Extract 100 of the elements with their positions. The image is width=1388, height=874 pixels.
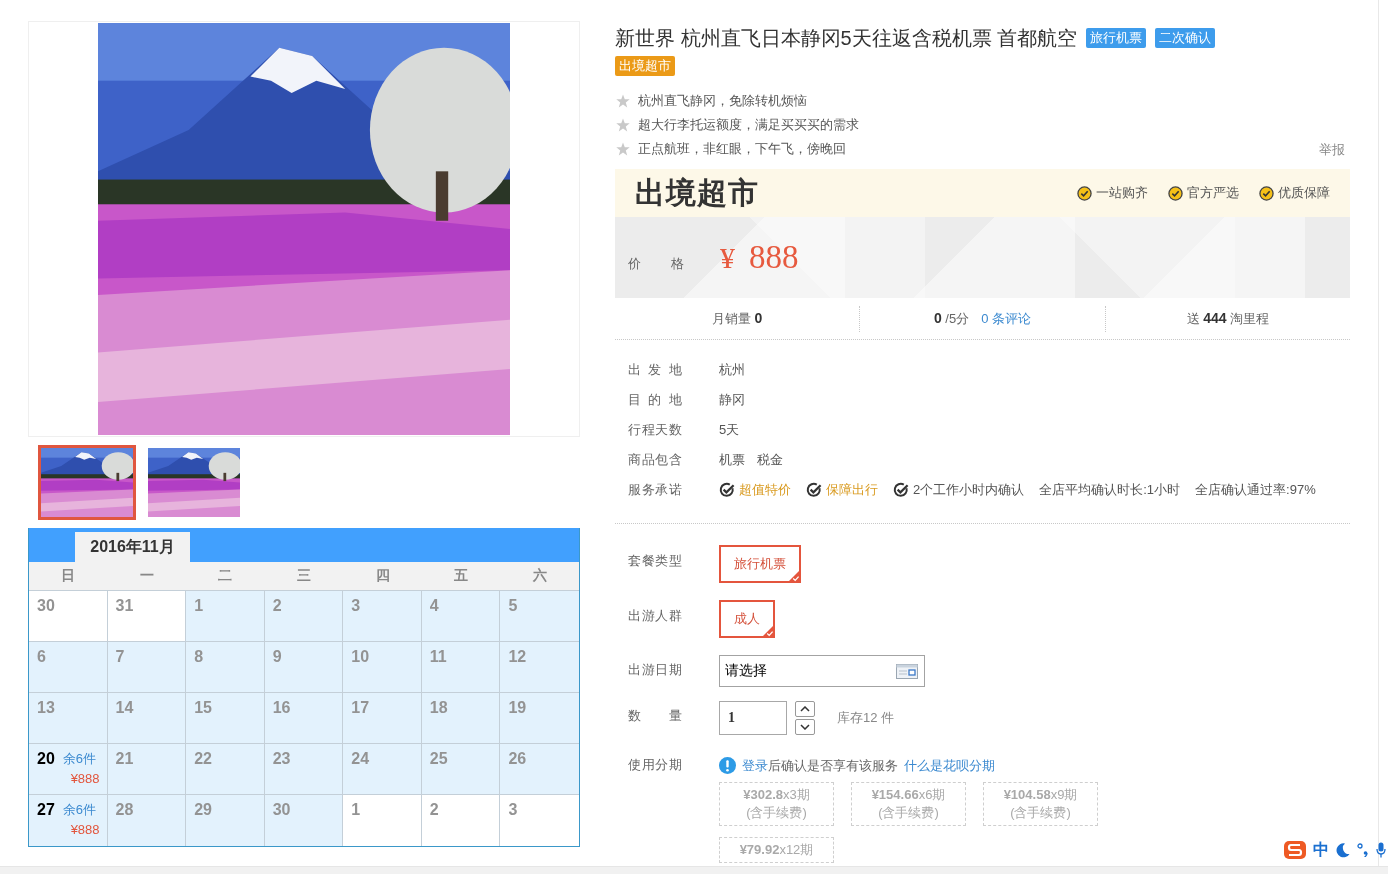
quantity-input[interactable]: 1 — [719, 701, 787, 735]
day-price: ¥888 — [70, 771, 100, 787]
reward-points: 送 444 淘里程 — [1186, 309, 1270, 328]
day-number: 30 — [272, 801, 291, 819]
highlight-text: 正点航班，非红眼，下午飞，傍晚回 — [638, 140, 846, 158]
day-number: 23 — [272, 750, 291, 768]
increase-button[interactable] — [795, 701, 815, 717]
day-number: 22 — [194, 750, 212, 768]
day-number: 20 — [37, 750, 55, 768]
photo-thumbnail[interactable] — [38, 445, 136, 520]
option-choice[interactable]: 成人 — [719, 600, 775, 638]
service-text: 全店平均确认时长:1小时 — [1039, 481, 1181, 499]
detail-value: 杭州 — [719, 361, 745, 379]
calendar-icon[interactable] — [896, 663, 918, 679]
chevron-up-icon — [800, 706, 810, 712]
day-number: 29 — [194, 801, 212, 819]
day-number: 28 — [115, 801, 134, 819]
day-price: ¥888 — [70, 822, 100, 838]
option-label: 数 量 — [628, 707, 682, 724]
detail-label: 出 发 地 — [628, 361, 682, 379]
microphone-icon[interactable] — [1376, 842, 1386, 858]
day-number: 30 — [37, 597, 55, 615]
weekday-label: 四 — [374, 567, 391, 585]
day-number: 4 — [429, 597, 439, 615]
day-number: 7 — [115, 648, 125, 666]
option-label: 出游日期 — [628, 661, 682, 678]
decrease-button[interactable] — [795, 719, 815, 735]
chevron-down-icon — [800, 724, 810, 730]
day-number: 15 — [194, 699, 212, 717]
check-circle-icon — [806, 482, 822, 498]
report-link[interactable]: 举报 — [1319, 141, 1345, 159]
service-text: 2个工作小时内确认 — [913, 481, 1025, 499]
check-circle-icon — [1077, 185, 1092, 201]
day-number: 14 — [115, 699, 134, 717]
option-choice[interactable]: 旅行机票 — [719, 545, 801, 583]
detail-label: 行程天数 — [628, 421, 682, 439]
month-tab[interactable]: 2016年11月 — [75, 532, 190, 562]
option-label: 使用分期 — [628, 757, 682, 773]
day-number: 25 — [429, 750, 448, 768]
option-label: 出游人群 — [628, 607, 682, 624]
day-number: 24 — [351, 750, 370, 768]
day-number: 8 — [194, 648, 204, 666]
login-link[interactable]: 登录 — [742, 757, 768, 773]
day-number: 27 — [37, 801, 55, 819]
day-number: 6 — [37, 648, 46, 666]
moon-icon[interactable] — [1336, 842, 1350, 858]
photo-thumbnail[interactable] — [148, 448, 240, 517]
star-icon — [616, 142, 630, 156]
day-number: 3 — [351, 597, 361, 615]
calendar-day-cell[interactable]: 27 余6件 ¥888 — [29, 795, 108, 846]
huabei-help-link[interactable]: 什么是花呗分期 — [904, 756, 995, 775]
ime-logo-icon[interactable] — [1284, 839, 1306, 861]
check-circle-icon — [719, 482, 735, 498]
day-number: 17 — [351, 699, 370, 717]
day-number: 12 — [508, 648, 527, 666]
highlight-text: 超大行李托运额度，满足买买买的需求 — [638, 116, 859, 134]
service-text: 超值特价 — [739, 481, 791, 499]
product-tag: 出境超市 — [615, 56, 675, 76]
date-select-field[interactable]: 请选择 — [719, 655, 925, 687]
product-title: 新世界 杭州直飞日本静冈5天往返含税机票 首都航空 — [615, 26, 1078, 51]
weekday-label: 二 — [217, 567, 234, 585]
option-label: 套餐类型 — [628, 552, 682, 569]
detail-label: 服务承诺 — [628, 481, 682, 499]
product-tag: 二次确认 — [1155, 28, 1216, 48]
product-tag: 旅行机票 — [1086, 28, 1147, 48]
service-text: 全店确认通过率:97% — [1195, 481, 1316, 499]
star-icon — [616, 118, 630, 132]
info-icon — [719, 757, 736, 774]
selected-corner-icon — [788, 570, 800, 582]
detail-value: 机票 — [719, 451, 745, 469]
detail-label: 目 的 地 — [628, 391, 682, 409]
monthly-sales: 月销量 0 — [711, 309, 763, 328]
weekday-label: 五 — [453, 567, 470, 585]
calendar-day-cell[interactable]: 20 余6件 ¥888 — [29, 744, 108, 795]
day-number: 13 — [37, 699, 55, 717]
day-number: 1 — [194, 597, 204, 615]
day-number: 21 — [115, 750, 134, 768]
selected-corner-icon — [762, 625, 774, 637]
day-number: 2 — [429, 801, 439, 819]
guarantee-text: 优质保障 — [1278, 184, 1330, 202]
reviews-link[interactable]: 0 条评论 — [981, 309, 1032, 328]
installment-notice: 登录后确认是否享有该服务 — [742, 756, 898, 775]
rating-score: 0 /5分 — [933, 309, 970, 328]
punctuation-icon[interactable] — [1357, 843, 1369, 857]
detail-value: 5天 — [719, 421, 740, 439]
stock-count: 余6件 — [62, 750, 97, 768]
day-number: 10 — [351, 648, 370, 666]
day-number: 16 — [272, 699, 291, 717]
ime-mode-button[interactable]: 中 — [1313, 839, 1329, 861]
price-amount: 888 — [749, 239, 799, 276]
day-number: 2 — [272, 597, 282, 615]
weekday-label: 六 — [531, 567, 548, 585]
weekday-label: 日 — [60, 567, 77, 585]
detail-value: 静冈 — [719, 391, 745, 409]
day-number: 11 — [429, 648, 447, 666]
day-number: 31 — [115, 597, 134, 615]
day-number: 19 — [508, 699, 527, 717]
guarantee-text: 一站购齐 — [1096, 184, 1148, 202]
weekday-label: 三 — [296, 567, 312, 585]
price-label: 价 格 — [628, 254, 684, 273]
